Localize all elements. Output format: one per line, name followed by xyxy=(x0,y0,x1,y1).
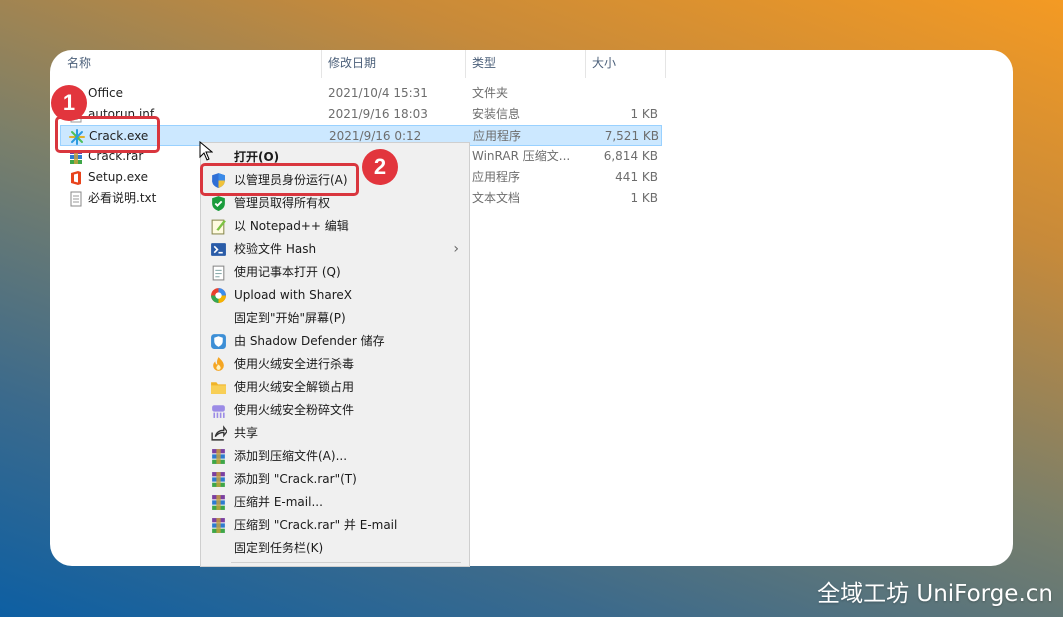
file-size: 1 KB xyxy=(630,191,658,205)
menu-item-label: 固定到"开始"屏幕(P) xyxy=(234,311,346,325)
menu-item-label: 使用记事本打开 (Q) xyxy=(234,265,341,279)
menu-item-label: 添加到压缩文件(A)... xyxy=(234,449,348,463)
file-type: 安装信息 xyxy=(472,107,521,121)
mouse-cursor-icon xyxy=(199,141,213,161)
menu-item-label: 由 Shadow Defender 储存 xyxy=(234,334,385,348)
file-size xyxy=(585,83,658,104)
shredder-icon xyxy=(212,405,225,418)
menu-item-pin-taskbar[interactable]: 固定到任务栏(K) xyxy=(201,537,469,560)
share-icon xyxy=(211,425,227,441)
menu-item-label: Upload with ShareX xyxy=(234,288,352,302)
menu-item-add-crack-rar[interactable]: 添加到 "Crack.rar"(T) xyxy=(201,468,469,491)
file-type: WinRAR 压缩文... xyxy=(472,149,571,163)
menu-item-label: 添加到 "Crack.rar"(T) xyxy=(234,472,357,486)
green-shield-check-icon xyxy=(212,196,225,211)
winrar-icon xyxy=(212,518,225,533)
file-type: 文件夹 xyxy=(472,86,509,100)
sharex-icon xyxy=(211,288,226,303)
file-row[interactable]: Office 2021/10/4 15:31 文件夹 xyxy=(60,83,660,104)
menu-item-label: 使用火绒安全进行杀毒 xyxy=(234,357,355,371)
menu-item-share[interactable]: 共享 xyxy=(201,422,469,445)
menu-item-huorong-unlock[interactable]: 使用火绒安全解锁占用 xyxy=(201,376,469,399)
file-date: 2021/10/4 15:31 xyxy=(328,86,428,100)
file-size: 441 KB xyxy=(615,170,658,184)
menu-item-huorong-scan[interactable]: 使用火绒安全进行杀毒 xyxy=(201,353,469,376)
notepadpp-icon xyxy=(211,219,226,235)
menu-item-open-notepad[interactable]: 使用记事本打开 (Q) xyxy=(201,261,469,284)
menu-item-notepadpp[interactable]: 以 Notepad++ 编辑 xyxy=(201,215,469,238)
file-size: 7,521 KB xyxy=(604,129,659,143)
file-explorer-window: ⌃ 名称 修改日期 类型 大小 Office 2021/10/4 15:31 文… xyxy=(50,50,1013,566)
column-date-header[interactable]: 修改日期 xyxy=(322,50,465,78)
winrar-icon xyxy=(212,449,225,464)
menu-item-label: 压缩并 E-mail... xyxy=(234,495,323,509)
highlight-box-run-as-admin xyxy=(200,163,359,196)
menu-item-file-hash[interactable]: 校验文件 Hash › xyxy=(201,238,469,261)
menu-item-compress-crack-email[interactable]: 压缩到 "Crack.rar" 并 E-mail xyxy=(201,514,469,537)
context-menu: 打开(O) 以管理员身份运行(A) 管理员取得所有权 以 Notepad++ 编… xyxy=(200,142,470,567)
step-badge-2: 2 xyxy=(362,149,398,185)
file-type: 文本文档 xyxy=(472,191,521,205)
menu-item-pin-start[interactable]: 固定到"开始"屏幕(P) xyxy=(201,307,469,330)
winrar-icon xyxy=(212,495,225,510)
menu-item-label: 校验文件 Hash xyxy=(234,242,317,256)
shadow-defender-icon xyxy=(211,334,226,349)
column-name-header[interactable]: 名称 xyxy=(61,50,321,78)
file-type: 应用程序 xyxy=(472,170,521,184)
text-file-icon xyxy=(70,191,82,207)
watermark: 全域工坊 UniForge.cn xyxy=(817,581,1053,607)
menu-item-label: 以 Notepad++ 编辑 xyxy=(234,219,349,233)
menu-item-huorong-shred[interactable]: 使用火绒安全粉碎文件 xyxy=(201,399,469,422)
menu-item-shadow-defender[interactable]: 由 Shadow Defender 储存 xyxy=(201,330,469,353)
menu-item-label: 压缩到 "Crack.rar" 并 E-mail xyxy=(234,518,398,532)
column-size-header[interactable]: 大小 xyxy=(586,50,665,78)
file-name: Office xyxy=(88,86,124,100)
file-date: 2021/9/16 18:03 xyxy=(328,107,428,121)
column-header: ⌃ 名称 修改日期 类型 大小 xyxy=(50,50,1013,78)
office-icon xyxy=(71,171,81,185)
highlight-box-crack-exe xyxy=(55,116,160,153)
folder-unlock-icon xyxy=(211,382,226,394)
file-name: Setup.exe xyxy=(88,170,149,184)
column-type-header[interactable]: 类型 xyxy=(466,50,585,78)
step-badge-1: 1 xyxy=(51,85,87,121)
menu-item-label: 使用火绒安全粉碎文件 xyxy=(234,403,355,417)
menu-item-compress-email[interactable]: 压缩并 E-mail... xyxy=(201,491,469,514)
file-name: 必看说明.txt xyxy=(88,191,157,205)
file-type: 应用程序 xyxy=(473,129,522,143)
menu-item-add-archive[interactable]: 添加到压缩文件(A)... xyxy=(201,445,469,468)
submenu-arrow-icon: › xyxy=(453,241,459,257)
file-size: 1 KB xyxy=(630,107,658,121)
menu-item-label: 固定到任务栏(K) xyxy=(234,541,324,555)
menu-item-sharex[interactable]: Upload with ShareX xyxy=(201,284,469,307)
menu-separator xyxy=(231,562,461,563)
winrar-icon xyxy=(212,472,225,487)
file-size: 6,814 KB xyxy=(603,149,658,163)
column-divider[interactable] xyxy=(665,50,666,78)
powershell-icon xyxy=(211,243,226,256)
menu-item-label: 共享 xyxy=(234,426,259,440)
menu-item-label: 使用火绒安全解锁占用 xyxy=(234,380,355,394)
huorong-flame-icon xyxy=(213,357,224,371)
notepad-icon xyxy=(212,265,225,281)
